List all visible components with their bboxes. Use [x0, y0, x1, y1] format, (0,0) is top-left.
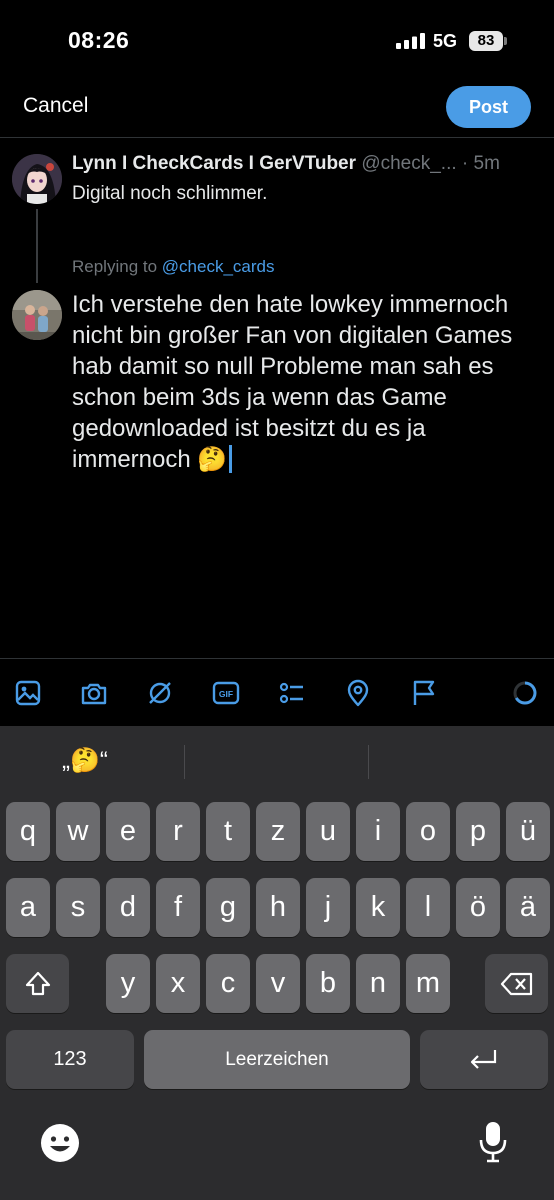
key-b[interactable]: b — [306, 954, 350, 1013]
key-ae[interactable]: ä — [506, 878, 550, 937]
replying-prefix: Replying to — [72, 257, 158, 276]
key-e[interactable]: e — [106, 802, 150, 861]
suggestion-item[interactable]: „🤔“ — [62, 746, 108, 775]
key-u[interactable]: u — [306, 802, 350, 861]
key-a[interactable]: a — [6, 878, 50, 937]
signal-icon — [396, 33, 426, 54]
grok-icon[interactable] — [143, 676, 177, 710]
backspace-key[interactable] — [485, 954, 548, 1013]
user-avatar[interactable] — [12, 290, 62, 340]
key-d[interactable]: d — [106, 878, 150, 937]
key-c[interactable]: c — [206, 954, 250, 1013]
cancel-button[interactable]: Cancel — [23, 94, 88, 118]
author-name: Lynn I CheckCards I GerVTuber — [72, 153, 357, 174]
shift-icon — [25, 971, 50, 995]
key-f[interactable]: f — [156, 878, 200, 937]
emoji-icon[interactable] — [39, 1122, 81, 1164]
key-y[interactable]: y — [106, 954, 150, 1013]
key-m[interactable]: m — [406, 954, 450, 1013]
key-i[interactable]: i — [356, 802, 400, 861]
flag-icon[interactable] — [407, 676, 441, 710]
key-h[interactable]: h — [256, 878, 300, 937]
text-cursor — [229, 445, 233, 473]
key-ue[interactable]: ü — [506, 802, 550, 861]
poll-icon[interactable] — [275, 676, 309, 710]
shift-key[interactable] — [6, 954, 69, 1013]
image-icon[interactable] — [11, 676, 45, 710]
key-v[interactable]: v — [256, 954, 300, 1013]
return-icon — [470, 1049, 497, 1069]
quoted-author-row: Lynn I CheckCards I GerVTuber @check_...… — [72, 153, 500, 175]
suggestion-divider — [184, 745, 185, 779]
post-button[interactable]: Post — [446, 86, 531, 128]
key-q[interactable]: q — [6, 802, 50, 861]
numbers-key[interactable]: 123 — [6, 1030, 134, 1089]
character-count-icon — [508, 676, 542, 710]
battery-tip — [504, 37, 507, 45]
key-t[interactable]: t — [206, 802, 250, 861]
key-p[interactable]: p — [456, 802, 500, 861]
key-s[interactable]: s — [56, 878, 100, 937]
key-j[interactable]: j — [306, 878, 350, 937]
battery-indicator: 83 — [469, 31, 503, 51]
gif-icon[interactable]: GIF — [209, 676, 243, 710]
key-l[interactable]: l — [406, 878, 450, 937]
key-oe[interactable]: ö — [456, 878, 500, 937]
key-z[interactable]: z — [256, 802, 300, 861]
author-handle: @check_... — [361, 153, 457, 174]
quoted-tweet-text: Digital noch schlimmer. — [72, 183, 268, 204]
status-time: 08:26 — [68, 27, 130, 53]
thread-line — [36, 209, 38, 283]
author-avatar[interactable] — [12, 154, 62, 204]
key-x[interactable]: x — [156, 954, 200, 1013]
network-type: 5G — [433, 31, 458, 51]
key-k[interactable]: k — [356, 878, 400, 937]
return-key[interactable] — [420, 1030, 548, 1089]
microphone-icon[interactable] — [478, 1120, 508, 1166]
space-key[interactable]: Leerzeichen — [144, 1030, 410, 1089]
backspace-icon — [500, 972, 532, 995]
header-divider — [0, 137, 554, 138]
replying-handle[interactable]: @check_cards — [162, 257, 275, 276]
toolbar-divider — [0, 658, 554, 659]
camera-icon[interactable] — [77, 676, 111, 710]
key-n[interactable]: n — [356, 954, 400, 1013]
reply-text: Ich verstehe den hate lowkey immernoch n… — [72, 291, 513, 473]
key-r[interactable]: r — [156, 802, 200, 861]
key-g[interactable]: g — [206, 878, 250, 937]
key-w[interactable]: w — [56, 802, 100, 861]
location-icon[interactable] — [341, 676, 375, 710]
reply-compose-text[interactable]: Ich verstehe den hate lowkey immernoch n… — [72, 289, 542, 475]
replying-to: Replying to @check_cards — [72, 257, 275, 277]
tweet-time: · 5m — [461, 153, 500, 174]
key-o[interactable]: o — [406, 802, 450, 861]
suggestion-divider — [368, 745, 369, 779]
gif-label: GIF — [219, 689, 233, 699]
